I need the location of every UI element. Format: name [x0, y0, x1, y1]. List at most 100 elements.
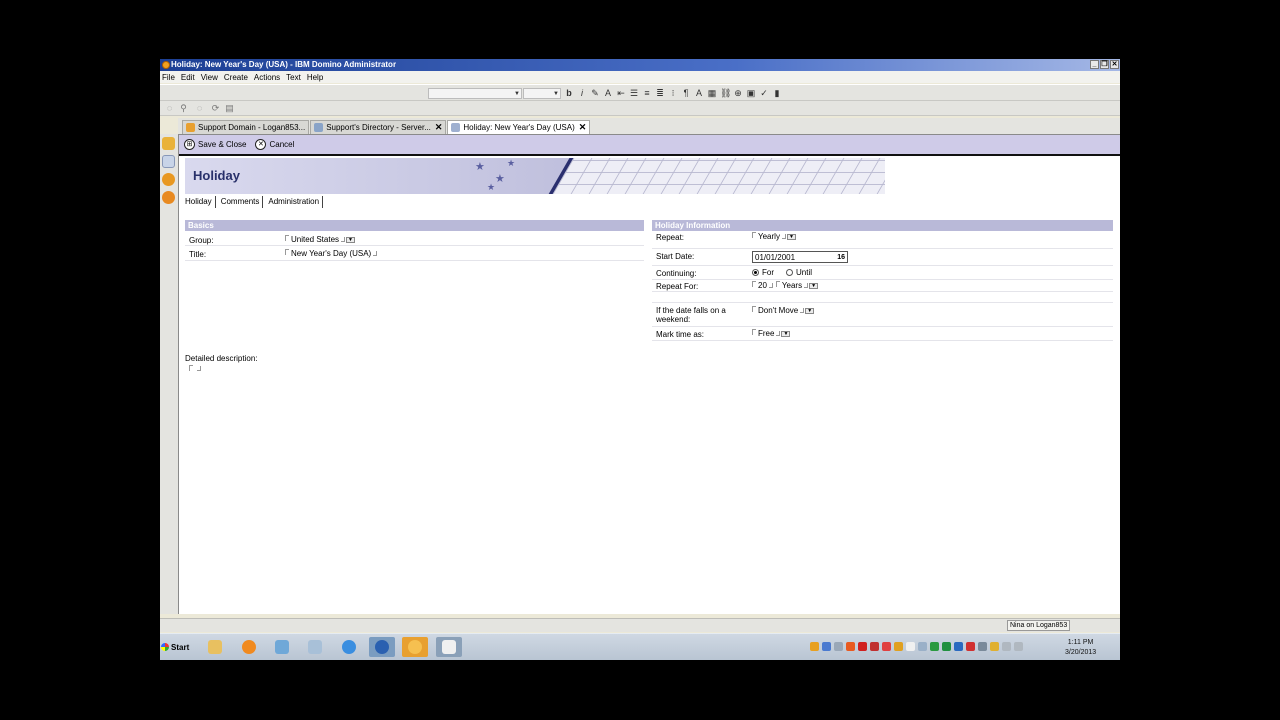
tab-comments[interactable]: Comments	[218, 196, 264, 208]
style-icon[interactable]: ¶	[681, 87, 691, 99]
italic-icon[interactable]: i	[577, 87, 587, 99]
repeat-value: Yearly	[758, 232, 780, 241]
bullet-list-icon[interactable]: ☰	[629, 87, 639, 99]
font-size-dropdown[interactable]	[523, 88, 561, 99]
back-icon[interactable]: ◌	[164, 103, 175, 113]
taskbar-clock[interactable]: 1:11 PM 3/20/2013	[1065, 638, 1096, 658]
tray-icon[interactable]	[834, 642, 843, 651]
internet-explorer-taskbar-icon[interactable]	[336, 637, 362, 657]
tray-icon[interactable]	[882, 642, 891, 651]
tray-icon[interactable]	[894, 642, 903, 651]
tab-holiday[interactable]: Holiday: New Year's Day (USA) ✕	[447, 120, 591, 134]
network-tray-icon[interactable]	[1002, 642, 1011, 651]
image-icon[interactable]: ▣	[746, 87, 756, 99]
group-field[interactable]: United States ▼	[285, 235, 356, 244]
status-location-user[interactable]: Nina on Logan853	[1007, 620, 1071, 631]
table-icon[interactable]: ▦	[707, 87, 717, 99]
bookmark-server-icon[interactable]	[162, 191, 175, 204]
domino-admin-taskbar-icon[interactable]	[402, 637, 428, 657]
text-properties-icon[interactable]: A	[694, 87, 704, 99]
menu-text[interactable]: Text	[286, 73, 301, 82]
dropdown-arrow-icon[interactable]: ▼	[346, 236, 356, 243]
window-taskbar-icon[interactable]	[436, 637, 462, 657]
font-dropdown[interactable]	[428, 88, 522, 99]
dropdown-arrow-icon[interactable]: ▼	[805, 307, 815, 314]
link-icon[interactable]: ⛓	[720, 87, 731, 99]
weekend-field[interactable]: Don't Move ▼	[752, 306, 815, 315]
network-taskbar-icon[interactable]	[369, 637, 395, 657]
tray-icon[interactable]	[906, 642, 915, 651]
repeat-field[interactable]: Yearly ▼	[752, 232, 796, 241]
dropdown-arrow-icon[interactable]: ▼	[786, 233, 796, 240]
start-button[interactable]: Start	[161, 637, 195, 657]
tab-support-domain[interactable]: Support Domain - Logan853...	[182, 120, 310, 134]
tray-icon[interactable]	[870, 642, 879, 651]
menu-help[interactable]: Help	[307, 73, 323, 82]
restore-icon[interactable]: ❐	[1100, 60, 1109, 69]
tray-icon[interactable]	[930, 642, 939, 651]
title-field[interactable]: New Year's Day (USA)	[285, 249, 378, 258]
save-close-button[interactable]: ⊞ Save & Close	[184, 139, 246, 150]
numbered-list-icon[interactable]: ≡	[642, 87, 652, 99]
tray-icon[interactable]	[858, 642, 867, 651]
align-icon[interactable]: ≣	[655, 87, 665, 99]
menu-edit[interactable]: Edit	[181, 73, 195, 82]
tray-icon[interactable]	[966, 642, 975, 651]
media-player-taskbar-icon[interactable]	[236, 637, 262, 657]
spacing-icon[interactable]: ⁝	[668, 87, 678, 99]
bookmark-domino-icon[interactable]	[162, 173, 175, 186]
mark-time-row: Mark time as: Free ▼	[652, 327, 1113, 341]
start-date-input[interactable]: 01/01/2001 16	[752, 251, 848, 263]
search-icon[interactable]: ⚲	[178, 103, 189, 113]
repeat-for-unit-value: Years	[781, 281, 803, 290]
tab-administration[interactable]: Administration	[265, 196, 324, 208]
tray-icon[interactable]	[918, 642, 927, 651]
clock-time: 1:11 PM	[1067, 639, 1094, 646]
bookmark-folder-icon[interactable]	[162, 137, 175, 150]
forward-icon[interactable]: ◌	[194, 103, 205, 113]
cancel-button[interactable]: ✕ Cancel	[255, 139, 294, 150]
tray-icon[interactable]	[942, 642, 951, 651]
volume-icon[interactable]	[1014, 642, 1023, 651]
tab-holiday-form[interactable]: Holiday	[182, 196, 216, 208]
calendar-graphic	[534, 158, 885, 194]
repeat-for-count-input[interactable]: 20	[758, 281, 767, 290]
radio-for[interactable]	[752, 269, 759, 276]
tray-icon[interactable]	[954, 642, 963, 651]
bold-icon[interactable]: b	[564, 87, 574, 99]
notes-taskbar-icon[interactable]	[269, 637, 295, 657]
paint-icon[interactable]: ▮	[772, 87, 782, 99]
tab-close-icon[interactable]: ✕	[579, 122, 587, 133]
menu-create[interactable]: Create	[224, 73, 248, 82]
detailed-description-field[interactable]	[189, 364, 201, 376]
refresh-icon[interactable]: ⟳	[210, 103, 221, 113]
print-icon[interactable]: ▤	[224, 103, 235, 113]
tray-icon[interactable]	[978, 642, 987, 651]
attach-icon[interactable]: ⊕	[733, 87, 743, 99]
tray-icon[interactable]	[810, 642, 819, 651]
menu-view[interactable]: View	[201, 73, 218, 82]
minimize-icon[interactable]: _	[1090, 60, 1099, 69]
explorer-taskbar-icon[interactable]	[202, 637, 228, 657]
radio-until[interactable]	[786, 269, 793, 276]
outdent-icon[interactable]: ⇤	[616, 87, 626, 99]
dropdown-arrow-icon[interactable]: ▼	[809, 282, 819, 289]
close-icon[interactable]: ✕	[1110, 60, 1119, 69]
tray-icon[interactable]	[990, 642, 999, 651]
text-color-icon[interactable]: A	[603, 87, 613, 99]
menu-file[interactable]: File	[162, 73, 175, 82]
dropdown-arrow-icon[interactable]: ▼	[781, 330, 791, 337]
tab-support-directory[interactable]: Support's Directory - Server... ✕	[310, 120, 447, 134]
tab-close-icon[interactable]: ✕	[435, 122, 443, 133]
start-date-value: 01/01/2001	[755, 252, 796, 262]
tray-icon[interactable]	[846, 642, 855, 651]
spell-check-icon[interactable]: ✓	[759, 87, 769, 99]
bookmark-page-icon[interactable]	[162, 155, 175, 168]
holiday-information-section: Holiday Information Repeat: Yearly ▼ Star…	[652, 220, 1113, 341]
menu-actions[interactable]: Actions	[254, 73, 280, 82]
highlighter-icon[interactable]: ✎	[590, 87, 600, 99]
calendar-picker-icon[interactable]: 16	[837, 254, 845, 261]
mark-time-field[interactable]: Free ▼	[752, 329, 791, 338]
tray-icon[interactable]	[822, 642, 831, 651]
calculator-taskbar-icon[interactable]	[302, 637, 328, 657]
